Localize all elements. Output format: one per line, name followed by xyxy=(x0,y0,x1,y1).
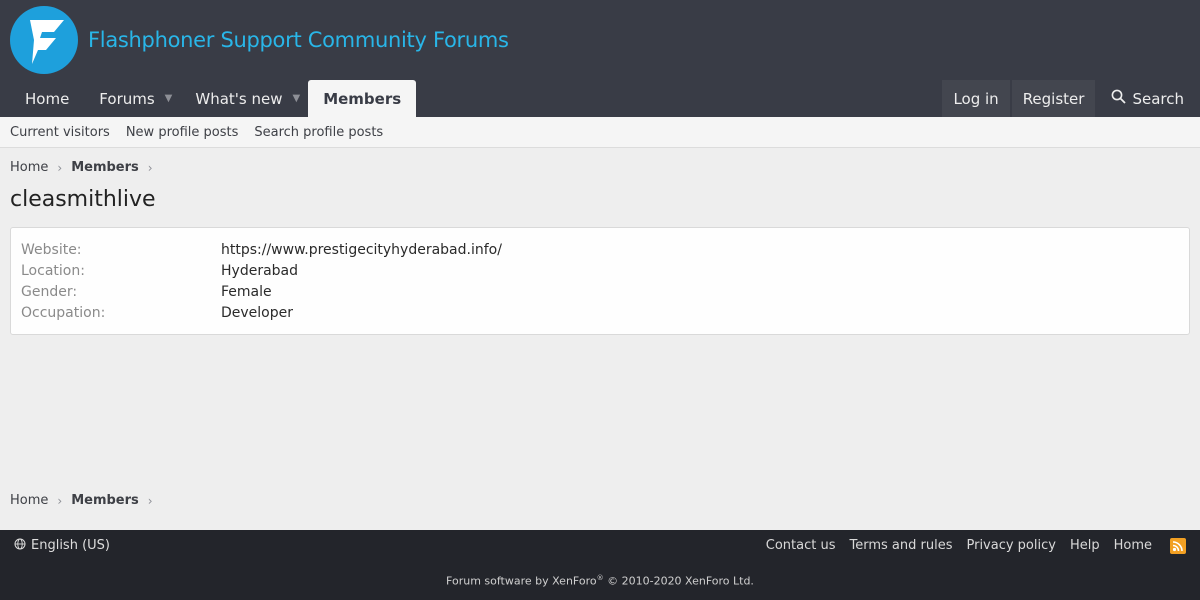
site-logo-link[interactable]: Flashphoner Support Community Forums xyxy=(10,6,509,74)
info-value: Developer xyxy=(221,304,294,321)
info-row-location: Location: Hyderabad xyxy=(21,260,1179,281)
site-footer: English (US) Contact us Terms and rules … xyxy=(0,530,1200,600)
sub-nav: Current visitors New profile posts Searc… xyxy=(0,117,1200,148)
breadcrumb-home[interactable]: Home xyxy=(10,160,48,175)
register-button[interactable]: Register xyxy=(1011,80,1096,117)
language-label: English (US) xyxy=(31,538,110,553)
footer-bar: English (US) Contact us Terms and rules … xyxy=(0,530,1200,561)
breadcrumb: Home › Members › xyxy=(10,160,162,175)
chevron-right-icon: › xyxy=(147,493,153,508)
breadcrumb-home[interactable]: Home xyxy=(10,493,48,508)
info-value: Female xyxy=(221,283,272,300)
info-label: Location: xyxy=(21,262,85,279)
copyright-suffix: © 2010-2020 XenForo Ltd. xyxy=(603,574,754,588)
chevron-right-icon: › xyxy=(147,160,153,175)
footer-link-contact[interactable]: Contact us xyxy=(766,538,836,553)
chevron-down-icon[interactable]: ▼ xyxy=(289,80,309,117)
footer-link-home[interactable]: Home xyxy=(1114,538,1152,553)
info-row-gender: Gender: Female xyxy=(21,281,1179,302)
info-row-occupation: Occupation: Developer xyxy=(21,302,1179,323)
subnav-new-profile-posts[interactable]: New profile posts xyxy=(126,125,239,140)
search-button-label: Search xyxy=(1132,89,1184,108)
footer-links: Contact us Terms and rules Privacy polic… xyxy=(752,537,1186,554)
globe-icon xyxy=(14,538,26,553)
subnav-search-profile-posts[interactable]: Search profile posts xyxy=(254,125,383,140)
profile-info-block: Website: https://www.prestigecityhyderab… xyxy=(10,227,1190,335)
info-label: Website: xyxy=(21,241,82,258)
site-title: Flashphoner Support Community Forums xyxy=(88,28,509,52)
copyright-text: Forum software by XenForo® © 2010-2020 X… xyxy=(0,574,1200,588)
breadcrumb-members[interactable]: Members xyxy=(71,160,139,175)
main-nav: Home Forums ▼ What's new ▼ Members xyxy=(10,80,417,117)
chevron-down-icon[interactable]: ▼ xyxy=(161,80,181,117)
account-nav: Log in Register Search xyxy=(940,80,1200,117)
info-row-website: Website: https://www.prestigecityhyderab… xyxy=(21,239,1179,260)
footer-link-terms[interactable]: Terms and rules xyxy=(850,538,953,553)
registered-mark: ® xyxy=(596,574,604,582)
rss-icon[interactable] xyxy=(1170,537,1186,554)
footer-link-privacy[interactable]: Privacy policy xyxy=(966,538,1055,553)
info-label: Gender: xyxy=(21,283,78,300)
info-label: Occupation: xyxy=(21,304,106,321)
copyright-prefix[interactable]: Forum software by XenForo xyxy=(446,575,597,588)
chevron-right-icon: › xyxy=(57,160,63,175)
nav-tab-whats-new[interactable]: What's new xyxy=(180,80,288,117)
nav-tab-members[interactable]: Members xyxy=(308,80,417,117)
website-link[interactable]: https://www.prestigecityhyderabad.info/ xyxy=(221,242,502,258)
search-icon xyxy=(1111,89,1127,108)
language-chooser[interactable]: English (US) xyxy=(14,538,110,553)
breadcrumb-bottom: Home › Members › xyxy=(10,493,162,508)
location-link[interactable]: Hyderabad xyxy=(221,263,298,279)
flashphoner-logo-icon xyxy=(10,6,78,74)
site-header: Flashphoner Support Community Forums Hom… xyxy=(0,0,1200,117)
nav-tab-home[interactable]: Home xyxy=(10,80,84,117)
nav-tab-forums[interactable]: Forums xyxy=(84,80,160,117)
subnav-current-visitors[interactable]: Current visitors xyxy=(10,125,110,140)
chevron-right-icon: › xyxy=(57,493,63,508)
breadcrumb-members[interactable]: Members xyxy=(71,493,139,508)
footer-link-help[interactable]: Help xyxy=(1070,538,1100,553)
page-title: cleasmithlive xyxy=(10,187,156,212)
search-button[interactable]: Search xyxy=(1097,80,1200,117)
login-button[interactable]: Log in xyxy=(942,80,1010,117)
